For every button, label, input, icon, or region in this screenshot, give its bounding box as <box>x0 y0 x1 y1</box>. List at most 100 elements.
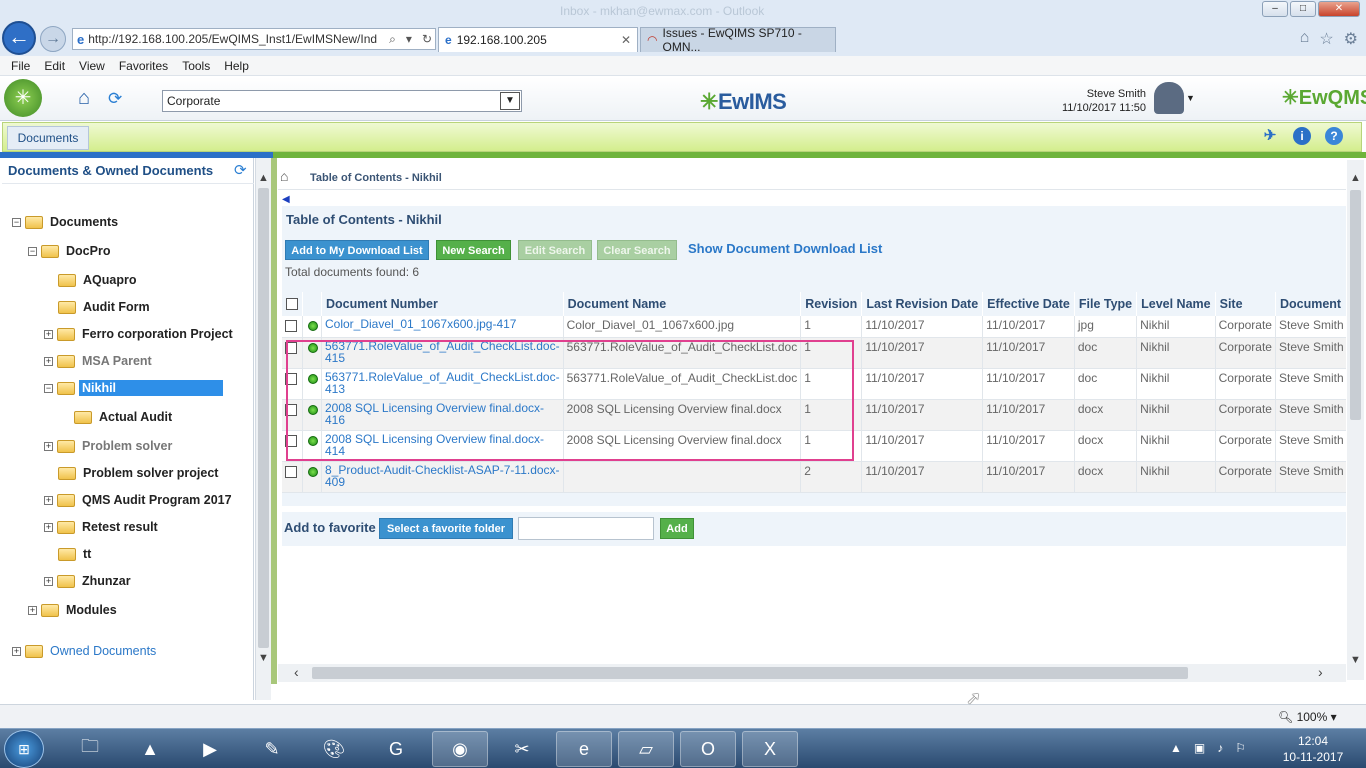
forward-button[interactable]: → <box>40 26 66 52</box>
menu-help[interactable]: Help <box>217 59 256 73</box>
app-refresh-icon[interactable]: ⟳ <box>108 89 122 109</box>
row-checkbox[interactable] <box>285 403 297 416</box>
table-row[interactable]: 2008 SQL Licensing Overview final.docx-4… <box>282 430 1346 462</box>
address-url[interactable]: http://192.168.100.205/EwQIMS_Inst1/EwIM… <box>88 32 382 46</box>
favorites-star-icon[interactable]: ☆ <box>1319 29 1333 49</box>
row-checkbox[interactable] <box>285 465 297 478</box>
tree-node-problem-solver[interactable]: + Problem solver <box>44 436 175 456</box>
zoom-control[interactable]: 🔍︎ 100% ▾ <box>1278 710 1337 724</box>
tree-node-audit-form[interactable]: Audit Form <box>58 297 153 317</box>
close-button[interactable]: ✕ <box>1318 1 1360 17</box>
col-document-name[interactable]: Document Name <box>563 292 802 316</box>
tree-node-modules[interactable]: + Modules <box>28 600 120 620</box>
collapse-icon[interactable]: − <box>28 246 37 256</box>
select-favorite-folder-button[interactable]: Select a favorite folder <box>379 518 513 539</box>
expand-icon[interactable]: + <box>44 576 53 586</box>
table-row[interactable]: Color_Diavel_01_1067x600.jpg-417 Color_D… <box>282 316 1346 338</box>
col-last-revision-date[interactable]: Last Revision Date <box>861 292 984 316</box>
row-checkbox[interactable] <box>285 372 297 385</box>
add-to-download-button[interactable]: Add to My Download List <box>285 240 429 260</box>
document-number-link[interactable]: 2008 SQL Licensing Overview final.docx-4… <box>321 430 564 462</box>
tree-node-ferro[interactable]: + Ferro corporation Project <box>44 324 236 344</box>
collapse-icon[interactable]: − <box>44 383 53 393</box>
tree-node-msa-parent[interactable]: + MSA Parent <box>44 351 155 371</box>
edit-search-button[interactable]: Edit Search <box>518 240 592 260</box>
scroll-down-icon[interactable]: ▼ <box>258 652 269 664</box>
scroll-up-icon[interactable]: ▲ <box>1350 172 1361 184</box>
back-button[interactable]: ← <box>2 21 36 55</box>
pin-icon[interactable]: ✈ <box>1261 127 1279 145</box>
panel-splitter[interactable] <box>271 158 277 684</box>
scroll-right-icon[interactable]: › <box>1318 664 1323 680</box>
table-row[interactable]: 563771.RoleValue_of_Audit_CheckList.doc-… <box>282 368 1346 400</box>
table-row[interactable]: 2008 SQL Licensing Overview final.docx-4… <box>282 399 1346 431</box>
document-number-link[interactable]: 2008 SQL Licensing Overview final.docx-4… <box>321 399 564 431</box>
select-all-checkbox[interactable] <box>286 297 298 310</box>
tab-active[interactable]: e 192.168.100.205 ✕ <box>438 27 638 52</box>
outlook-icon[interactable]: O <box>680 731 736 767</box>
expand-icon[interactable]: + <box>12 646 21 656</box>
network-icon[interactable]: ⚐ <box>1235 741 1246 755</box>
file-explorer-icon[interactable]: 🗀 <box>62 731 118 767</box>
main-vertical-scrollbar[interactable]: ▲ ▼ <box>1347 160 1364 680</box>
internet-explorer-icon[interactable]: e <box>556 731 612 767</box>
minimize-button[interactable]: – <box>1262 1 1288 17</box>
menu-tools[interactable]: Tools <box>175 59 217 73</box>
tree-node-problem-solver-project[interactable]: Problem solver project <box>58 463 221 483</box>
start-button[interactable]: ⊞ <box>4 730 44 768</box>
menu-file[interactable]: File <box>4 59 37 73</box>
refresh-tree-icon[interactable]: ⟳ <box>234 161 247 179</box>
home-icon[interactable]: ⌂ <box>1300 29 1310 49</box>
expand-icon[interactable]: + <box>44 329 53 339</box>
tree-node-zhunzar[interactable]: + Zhunzar <box>44 571 134 591</box>
scroll-left-icon[interactable]: ‹ <box>294 664 299 680</box>
document-number-link[interactable]: 563771.RoleValue_of_Audit_CheckList.doc-… <box>321 337 564 369</box>
menu-view[interactable]: View <box>72 59 112 73</box>
scroll-thumb[interactable] <box>258 188 269 648</box>
excel-icon[interactable]: X <box>742 731 798 767</box>
document-number-link[interactable]: 563771.RoleValue_of_Audit_CheckList.doc-… <box>321 368 564 400</box>
green-app-icon[interactable]: G <box>368 731 424 767</box>
document-number-link[interactable]: Color_Diavel_01_1067x600.jpg-417 <box>321 316 564 338</box>
table-row[interactable]: 8_Product-Audit-Checklist-ASAP-7-11.docx… <box>282 461 1346 493</box>
tab-documents[interactable]: Documents <box>7 126 89 150</box>
expand-icon[interactable]: + <box>44 495 53 505</box>
tray-app-icon[interactable]: ▣ <box>1194 741 1205 755</box>
expand-icon[interactable]: + <box>44 522 53 532</box>
collapse-arrow-icon[interactable]: ◀ <box>282 194 290 205</box>
tree-node-aquapro[interactable]: AQuapro <box>58 270 139 290</box>
chrome-icon[interactable]: ◉ <box>432 731 488 767</box>
dropdown-icon[interactable]: ▾ <box>403 32 415 46</box>
new-search-button[interactable]: New Search <box>436 240 511 260</box>
horizontal-scrollbar[interactable]: ‹ › <box>278 664 1346 682</box>
volume-icon[interactable]: ♪ <box>1217 741 1223 755</box>
document-number-link[interactable]: 8_Product-Audit-Checklist-ASAP-7-11.docx… <box>321 461 564 493</box>
caret-down-icon[interactable]: ▼ <box>1186 93 1195 103</box>
breadcrumb-home-icon[interactable]: ⌂ <box>280 168 288 184</box>
refresh-icon[interactable]: ↻ <box>419 32 435 46</box>
help-icon[interactable]: ? <box>1325 127 1343 145</box>
tree-node-nikhil[interactable]: − Nikhil <box>44 378 223 398</box>
scroll-thumb[interactable] <box>312 667 1188 679</box>
tray-expand-icon[interactable]: ▲ <box>1170 741 1182 755</box>
row-checkbox[interactable] <box>285 320 297 332</box>
scroll-up-icon[interactable]: ▲ <box>258 172 269 184</box>
app-home-icon[interactable]: ⌂ <box>78 87 90 110</box>
user-avatar-icon[interactable] <box>1154 82 1184 114</box>
app-menu-logo-icon[interactable]: ✳ <box>4 79 42 117</box>
taskbar-clock[interactable]: 12:04 10-11-2017 <box>1278 733 1348 765</box>
tree-node-owned-documents[interactable]: + Owned Documents <box>12 641 159 661</box>
menu-edit[interactable]: Edit <box>37 59 72 73</box>
tree-node-retest-result[interactable]: + Retest result <box>44 517 161 537</box>
snipping-tool-icon[interactable]: ✂ <box>494 731 550 767</box>
project-tool-icon[interactable]: ✎ <box>244 731 300 767</box>
col-document-owner[interactable]: Document <box>1275 292 1346 316</box>
row-checkbox[interactable] <box>285 341 297 354</box>
app-window-icon[interactable]: ▱ <box>618 731 674 767</box>
clear-search-button[interactable]: Clear Search <box>597 240 677 260</box>
col-effective-date[interactable]: Effective Date <box>982 292 1075 316</box>
row-checkbox[interactable] <box>285 434 297 447</box>
scroll-down-icon[interactable]: ▼ <box>1350 654 1361 666</box>
paint-icon[interactable]: 🎨︎ <box>306 731 362 767</box>
favorite-folder-input[interactable] <box>518 517 654 540</box>
